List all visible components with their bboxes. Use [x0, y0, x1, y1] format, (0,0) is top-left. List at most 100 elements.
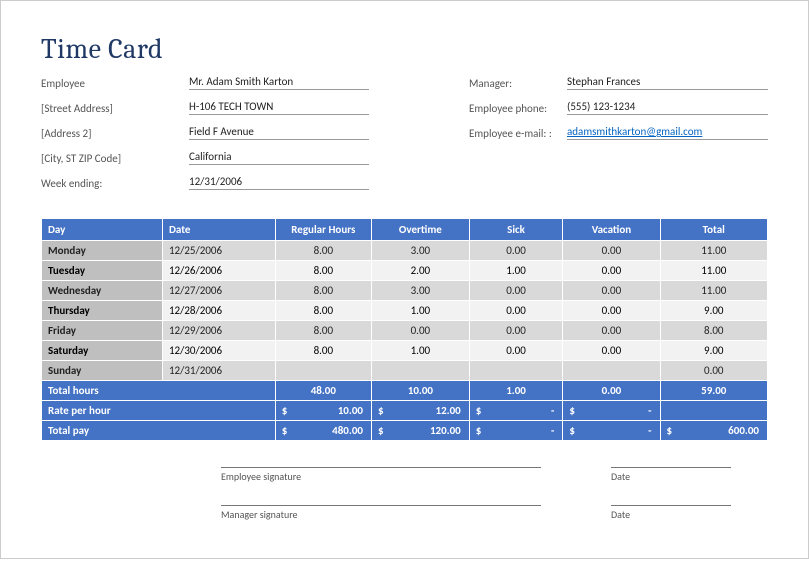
row-total-pay: Total pay $480.00 $120.00 $- $- $600.00	[42, 421, 768, 441]
th-day: Day	[42, 219, 163, 241]
cell-total: 0.00	[660, 361, 767, 381]
cell-date: 12/27/2006	[162, 281, 275, 301]
cell-vac: 0.00	[563, 241, 660, 261]
table-row: Saturday12/30/20068.001.000.000.009.00	[42, 341, 768, 361]
pay-total-val: 600.00	[728, 424, 759, 437]
cell-total: 11.00	[660, 261, 767, 281]
cell-vac: 0.00	[563, 261, 660, 281]
row-total-hours: Total hours 48.00 10.00 1.00 0.00 59.00	[42, 381, 768, 401]
table-row: Friday12/29/20068.000.000.000.008.00	[42, 321, 768, 341]
cell-ot: 2.00	[371, 261, 469, 281]
pay-total: $600.00	[660, 421, 767, 441]
cell-day: Sunday	[42, 361, 163, 381]
total-hours-vac: 0.00	[563, 381, 660, 401]
time-card-table: Day Date Regular Hours Overtime Sick Vac…	[41, 218, 768, 441]
cell-reg: 8.00	[275, 341, 371, 361]
row-rate: Rate per hour $10.00 $12.00 $- $-	[42, 401, 768, 421]
cell-vac	[563, 361, 660, 381]
cell-sick: 0.00	[469, 281, 563, 301]
cell-date: 12/25/2006	[162, 241, 275, 261]
cell-reg: 8.00	[275, 321, 371, 341]
pay-vac-val: -	[648, 424, 651, 437]
table-row: Monday12/25/20068.003.000.000.0011.00	[42, 241, 768, 261]
cell-vac: 0.00	[563, 341, 660, 361]
cell-reg	[275, 361, 371, 381]
cell-day: Saturday	[42, 341, 163, 361]
value-phone: (555) 123-1234	[567, 100, 768, 115]
cell-day: Friday	[42, 321, 163, 341]
cell-sick: 0.00	[469, 341, 563, 361]
total-hours-ot: 10.00	[371, 381, 469, 401]
label-phone: Employee phone:	[469, 102, 567, 115]
cell-ot: 1.00	[371, 341, 469, 361]
label-email: Employee e-mail: :	[469, 127, 567, 140]
pay-reg-val: 480.00	[332, 424, 363, 437]
cell-date: 12/29/2006	[162, 321, 275, 341]
total-hours-total: 59.00	[660, 381, 767, 401]
total-hours-sick: 1.00	[469, 381, 563, 401]
cell-day: Thursday	[42, 301, 163, 321]
rate-sick-val: -	[551, 404, 554, 417]
value-employee: Mr. Adam Smith Karton	[189, 75, 369, 90]
pay-vac: $-	[563, 421, 660, 441]
total-hours-reg: 48.00	[275, 381, 371, 401]
value-week-ending: 12/31/2006	[189, 175, 369, 190]
pay-ot: $120.00	[371, 421, 469, 441]
cell-date: 12/31/2006	[162, 361, 275, 381]
cell-total: 9.00	[660, 301, 767, 321]
cell-total: 8.00	[660, 321, 767, 341]
table-row: Sunday12/31/2006 0.00	[42, 361, 768, 381]
rate-total	[660, 401, 767, 421]
cell-vac: 0.00	[563, 281, 660, 301]
value-address2: Field F Avenue	[189, 125, 369, 140]
cell-sick: 0.00	[469, 321, 563, 341]
rate-ot-val: 12.00	[436, 404, 461, 417]
value-manager: Stephan Frances	[567, 75, 768, 90]
employee-date-line: Date	[611, 467, 731, 483]
cell-reg: 8.00	[275, 261, 371, 281]
cell-day: Monday	[42, 241, 163, 261]
cell-reg: 8.00	[275, 301, 371, 321]
cell-ot	[371, 361, 469, 381]
cell-ot: 0.00	[371, 321, 469, 341]
label-city: [City, ST ZIP Code]	[41, 152, 189, 165]
cell-vac: 0.00	[563, 321, 660, 341]
manager-signature-line: Manager signature	[221, 505, 541, 521]
rate-ot: $12.00	[371, 401, 469, 421]
table-header-row: Day Date Regular Hours Overtime Sick Vac…	[42, 219, 768, 241]
pay-sick-val: -	[551, 424, 554, 437]
cell-date: 12/26/2006	[162, 261, 275, 281]
page-title: Time Card	[41, 33, 768, 65]
cell-total: 11.00	[660, 241, 767, 261]
cell-sick: 0.00	[469, 241, 563, 261]
cell-day: Wednesday	[42, 281, 163, 301]
cell-sick: 0.00	[469, 301, 563, 321]
signature-block: Employee signature Date Manager signatur…	[41, 467, 768, 521]
label-employee: Employee	[41, 77, 189, 90]
label-total-pay: Total pay	[42, 421, 276, 441]
th-sick: Sick	[469, 219, 563, 241]
th-total: Total	[660, 219, 767, 241]
value-city: California	[189, 150, 369, 165]
cell-date: 12/28/2006	[162, 301, 275, 321]
th-vacation: Vacation	[563, 219, 660, 241]
table-row: Wednesday12/27/20068.003.000.000.0011.00	[42, 281, 768, 301]
cell-date: 12/30/2006	[162, 341, 275, 361]
cell-reg: 8.00	[275, 281, 371, 301]
cell-total: 11.00	[660, 281, 767, 301]
info-block: EmployeeMr. Adam Smith Karton [Street Ad…	[41, 75, 768, 200]
cell-day: Tuesday	[42, 261, 163, 281]
table-row: Tuesday12/26/20068.002.001.000.0011.00	[42, 261, 768, 281]
cell-reg: 8.00	[275, 241, 371, 261]
employee-signature-line: Employee signature	[221, 467, 541, 483]
label-manager: Manager:	[469, 77, 567, 90]
value-email[interactable]: adamsmithkarton@gmail.com	[567, 125, 768, 140]
label-rate: Rate per hour	[42, 401, 276, 421]
manager-date-line: Date	[611, 505, 731, 521]
label-week-ending: Week ending:	[41, 177, 189, 190]
table-row: Thursday12/28/20068.001.000.000.009.00	[42, 301, 768, 321]
cell-ot: 1.00	[371, 301, 469, 321]
cell-sick: 1.00	[469, 261, 563, 281]
cell-ot: 3.00	[371, 241, 469, 261]
label-street: [Street Address]	[41, 102, 189, 115]
